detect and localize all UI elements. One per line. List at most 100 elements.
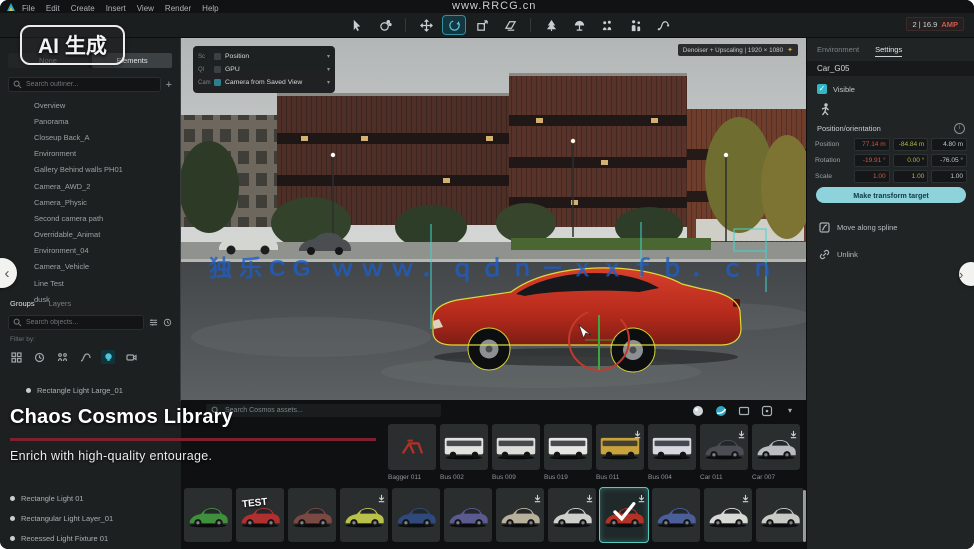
outliner-item[interactable]: Camera_Physic [0, 194, 181, 210]
asset-tile[interactable] [444, 488, 492, 542]
cosmos-logo-icon[interactable] [715, 405, 727, 417]
add-item-button[interactable]: + [166, 80, 172, 90]
light-tool-button[interactable] [568, 16, 590, 34]
download-icon[interactable] [585, 490, 594, 499]
tab-layers[interactable]: Layers [49, 299, 72, 308]
asset-tile[interactable] [340, 488, 388, 542]
inspector-tab-settings[interactable]: Settings [875, 45, 902, 57]
outliner-item[interactable]: Overridable_Animat [0, 227, 181, 243]
transform-value-x[interactable]: 77.14 m [854, 138, 890, 151]
people-tool-button[interactable] [624, 16, 646, 34]
viewport-selector-2[interactable]: CamCamera from Saved View▾ [198, 76, 330, 89]
scrollbar[interactable] [803, 490, 806, 542]
asset-tile[interactable] [548, 488, 596, 542]
checkbox-checked-icon[interactable]: ✓ [817, 84, 827, 94]
inspector-tab-environment[interactable]: Environment [817, 45, 859, 57]
transform-value-y[interactable]: -84.84 m [893, 138, 929, 151]
history-icon[interactable] [163, 318, 172, 327]
filter-light-icon[interactable] [101, 350, 115, 364]
transform-value-z[interactable]: 4.80 m [931, 138, 967, 151]
asset-tile[interactable]: Bus 002 [440, 424, 488, 481]
download-icon[interactable] [789, 426, 798, 435]
grid-view-icon[interactable] [761, 405, 773, 417]
download-icon[interactable] [633, 426, 642, 435]
menu-render[interactable]: Render [165, 4, 191, 13]
asset-tile[interactable] [704, 488, 752, 542]
filter-sliders-icon[interactable] [149, 318, 158, 327]
viewport-selector-0[interactable]: ScPosition▾ [198, 50, 330, 63]
vegetation-tool-button[interactable] [540, 16, 562, 34]
transform-value-x[interactable]: -19.91 ° [854, 154, 890, 167]
outliner-item[interactable]: Overview [0, 97, 181, 113]
info-icon[interactable]: i [954, 123, 965, 134]
menu-view[interactable]: View [137, 4, 154, 13]
viewport-selector-1[interactable]: QlGPU▾ [198, 63, 330, 76]
asset-tile[interactable] [600, 488, 648, 542]
animation-person-icon[interactable] [819, 103, 831, 116]
outliner-item[interactable]: Camera_Vehicle [0, 259, 181, 275]
tab-groups[interactable]: Groups [10, 299, 35, 308]
objects-search-input[interactable]: Search objects... [8, 315, 144, 330]
asset-tile[interactable]: Car 007 [752, 424, 800, 481]
paint-tool-button[interactable] [374, 16, 396, 34]
crowd-tool-button[interactable] [596, 16, 618, 34]
filter-spline-icon[interactable] [78, 350, 92, 364]
asset-tile[interactable]: Bus 019 [544, 424, 592, 481]
visible-toggle[interactable]: ✓ Visible [817, 84, 855, 94]
asset-tile[interactable]: Bus 011 [596, 424, 644, 481]
filter-crowd-icon[interactable] [55, 350, 69, 364]
asset-tile[interactable] [496, 488, 544, 542]
download-icon[interactable] [377, 490, 386, 499]
outliner-item[interactable]: Line Test [0, 275, 181, 291]
menu-insert[interactable]: Insert [106, 4, 126, 13]
material-ball-icon[interactable] [692, 405, 704, 417]
filter-clock-icon[interactable] [32, 350, 46, 364]
selected-object-header[interactable]: Car_G05 [807, 61, 974, 76]
download-icon[interactable] [637, 490, 646, 499]
move-along-spline-option[interactable]: Move along spline [819, 222, 897, 233]
download-icon[interactable] [737, 426, 746, 435]
asset-tile[interactable] [288, 488, 336, 542]
make-transform-target-button[interactable]: Make transform target [816, 187, 966, 203]
render-viewport[interactable]: 独乐CG ｗｗｗ．ｑｄｎ－ｘｘｆｂ．ｃｎ ScPosition▾QlGPU▾Ca… [181, 37, 806, 400]
outliner-search-input[interactable]: Search outliner... [8, 77, 161, 92]
scale-tool-button[interactable] [471, 16, 493, 34]
transform-value-z[interactable]: -76.05 ° [931, 154, 967, 167]
asset-tile[interactable] [652, 488, 700, 542]
list-item-light[interactable]: Rectangle Light Large_01 [26, 386, 123, 395]
collapse-chevron-icon[interactable]: ▾ [784, 405, 796, 417]
transform-value-y[interactable]: 0.00 ° [893, 154, 929, 167]
transform-value-x[interactable]: 1.00 [854, 170, 890, 183]
list-item-light[interactable]: Rectangular Light Layer_01 [10, 514, 113, 523]
outliner-item[interactable]: Environment [0, 146, 181, 162]
list-item-light[interactable]: Recessed Light Fixture 01 [10, 534, 113, 543]
asset-tile[interactable]: Bus 009 [492, 424, 540, 481]
unlink-option[interactable]: Unlink [819, 249, 858, 260]
rotate-tool-button[interactable] [443, 16, 465, 34]
outliner-item[interactable]: Second camera path [0, 210, 181, 226]
select-tool-button[interactable] [346, 16, 368, 34]
asset-tile[interactable] [392, 488, 440, 542]
filter-camera-icon[interactable] [124, 350, 138, 364]
transform-value-y[interactable]: 1.00 [893, 170, 929, 183]
download-icon[interactable] [533, 490, 542, 499]
frame-icon[interactable] [738, 405, 750, 417]
outliner-item[interactable]: Panorama [0, 113, 181, 129]
transform-value-z[interactable]: 1.00 [931, 170, 967, 183]
menu-file[interactable]: File [22, 4, 35, 13]
asset-tile[interactable]: Bagger 011 [388, 424, 436, 481]
asset-tile[interactable]: Car 011 [700, 424, 748, 481]
asset-tile[interactable]: Bus 004 [648, 424, 696, 481]
move-tool-button[interactable] [415, 16, 437, 34]
asset-tile[interactable] [184, 488, 232, 542]
outliner-item[interactable]: Closeup Back_A [0, 129, 181, 145]
asset-tile[interactable] [756, 488, 804, 542]
list-item-light[interactable]: Rectangle Light 01 [10, 494, 113, 503]
asset-tile[interactable]: TEST [236, 488, 284, 542]
render-tool-button[interactable] [499, 16, 521, 34]
menu-edit[interactable]: Edit [46, 4, 60, 13]
outliner-item[interactable]: Camera_AWD_2 [0, 178, 181, 194]
filter-grid-icon[interactable] [9, 350, 23, 364]
outliner-item[interactable]: Gallery Behind walls PH01 [0, 162, 181, 178]
menu-create[interactable]: Create [71, 4, 95, 13]
